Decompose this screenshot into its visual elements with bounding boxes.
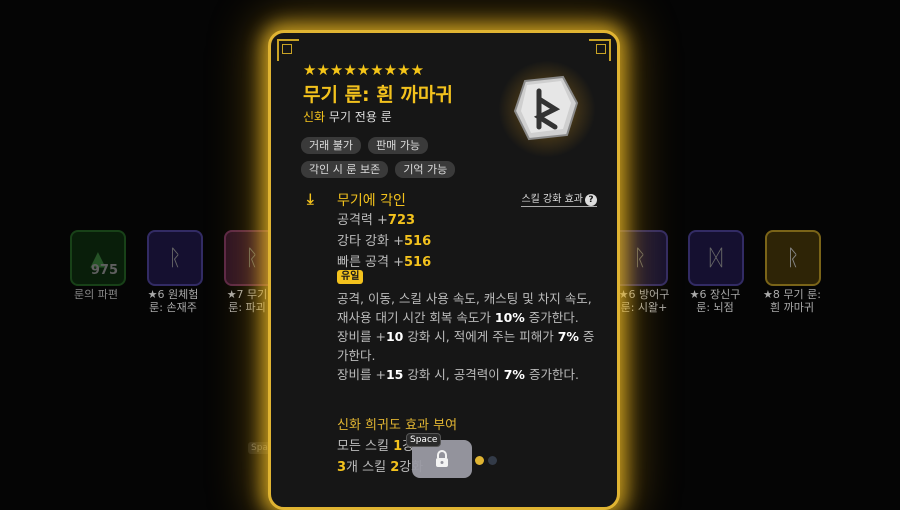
rune-label: ★6 장신구 룬: 뇌점 [689, 288, 741, 314]
tag-memorable: 기억 가능 [395, 161, 456, 178]
stat-attack: 공격력 +723 [337, 213, 416, 228]
skill-enhance-link[interactable]: 스킬 강화 효과? [521, 190, 597, 207]
tag-untradable: 거래 불가 [301, 137, 361, 154]
download-arrow-icon: ⤓ [307, 190, 314, 208]
rune-glyph-icon: ᚱ [633, 245, 647, 271]
rarity-effect-title: 신화 희귀도 효과 부여 [337, 418, 458, 433]
white-raven-rune-icon [513, 75, 579, 141]
item-type: 무기 전용 룬 [325, 110, 392, 124]
rune-tooltip-card: ★★★★★★★★★ 무기 룬: 흰 까마귀 신화 무기 전용 룬 거래 불가 판… [268, 30, 620, 510]
tag-list: 거래 불가 판매 가능 각인 시 룬 보존 기억 가능 [301, 134, 501, 182]
engrave-section-title: 무기에 각인 [337, 193, 406, 209]
help-icon[interactable]: ? [585, 194, 597, 206]
rune-glyph-icon: ᚱ [245, 245, 259, 271]
rarity-effect-line: 모든 스킬 1강 [337, 439, 414, 454]
rune-label: ★7 무기 룬: 파괴 [226, 288, 268, 314]
page-dot[interactable] [488, 456, 497, 465]
ornament-corner-icon [589, 39, 611, 61]
rune-slot[interactable]: ᚱ [612, 230, 668, 286]
rune-glyph-icon: ᛞ [709, 245, 723, 271]
rune-glyph-icon: ᚱ [168, 245, 182, 271]
rune-label: 룬의 파편 [74, 288, 118, 301]
raven-rune-icon: ᚱ [786, 245, 800, 271]
rune-shard-icon[interactable]: ▲ 975 [70, 230, 126, 286]
lock-icon [436, 450, 448, 467]
tag-rune-preserved: 각인 시 룬 보존 [301, 161, 389, 178]
rarity-effect-line: 3개 스킬 2강화 [337, 460, 423, 475]
rarity-label: 신화 [303, 110, 326, 124]
stat-list: 공격력 +723 강타 강화 +516 빠른 공격 +516 [337, 210, 431, 273]
rune-slot-selected[interactable]: ᚱ [765, 230, 821, 286]
rune-label: ★6 방어구 룬: 시왈+ [618, 288, 670, 314]
stat-smash: 강타 강화 +516 [337, 234, 432, 249]
tag-sellable: 판매 가능 [368, 137, 429, 154]
rune-label: ★8 무기 룬: 흰 까마귀 [763, 288, 821, 314]
rune-slot[interactable]: ᚱ [147, 230, 203, 286]
unique-badge: 유일 [337, 270, 364, 284]
page-dot-active[interactable] [475, 456, 484, 465]
star-rating: ★★★★★★★★★ [303, 61, 425, 79]
rune-label: ★6 원체험 룬: 손재주 [147, 288, 199, 314]
ornament-corner-icon [277, 39, 299, 61]
item-subtitle: 신화 무기 전용 룬 [303, 108, 392, 125]
rune-slot[interactable]: ᛞ [688, 230, 744, 286]
effect-description: 공격, 이동, 스킬 사용 속도, 캐스팅 및 차지 속도, 재사용 대기 시간… [337, 291, 595, 382]
space-key-hint: Space [406, 433, 442, 447]
item-title: 무기 룬: 흰 까마귀 [303, 84, 453, 106]
rune-shard-count: 975 [90, 263, 118, 278]
